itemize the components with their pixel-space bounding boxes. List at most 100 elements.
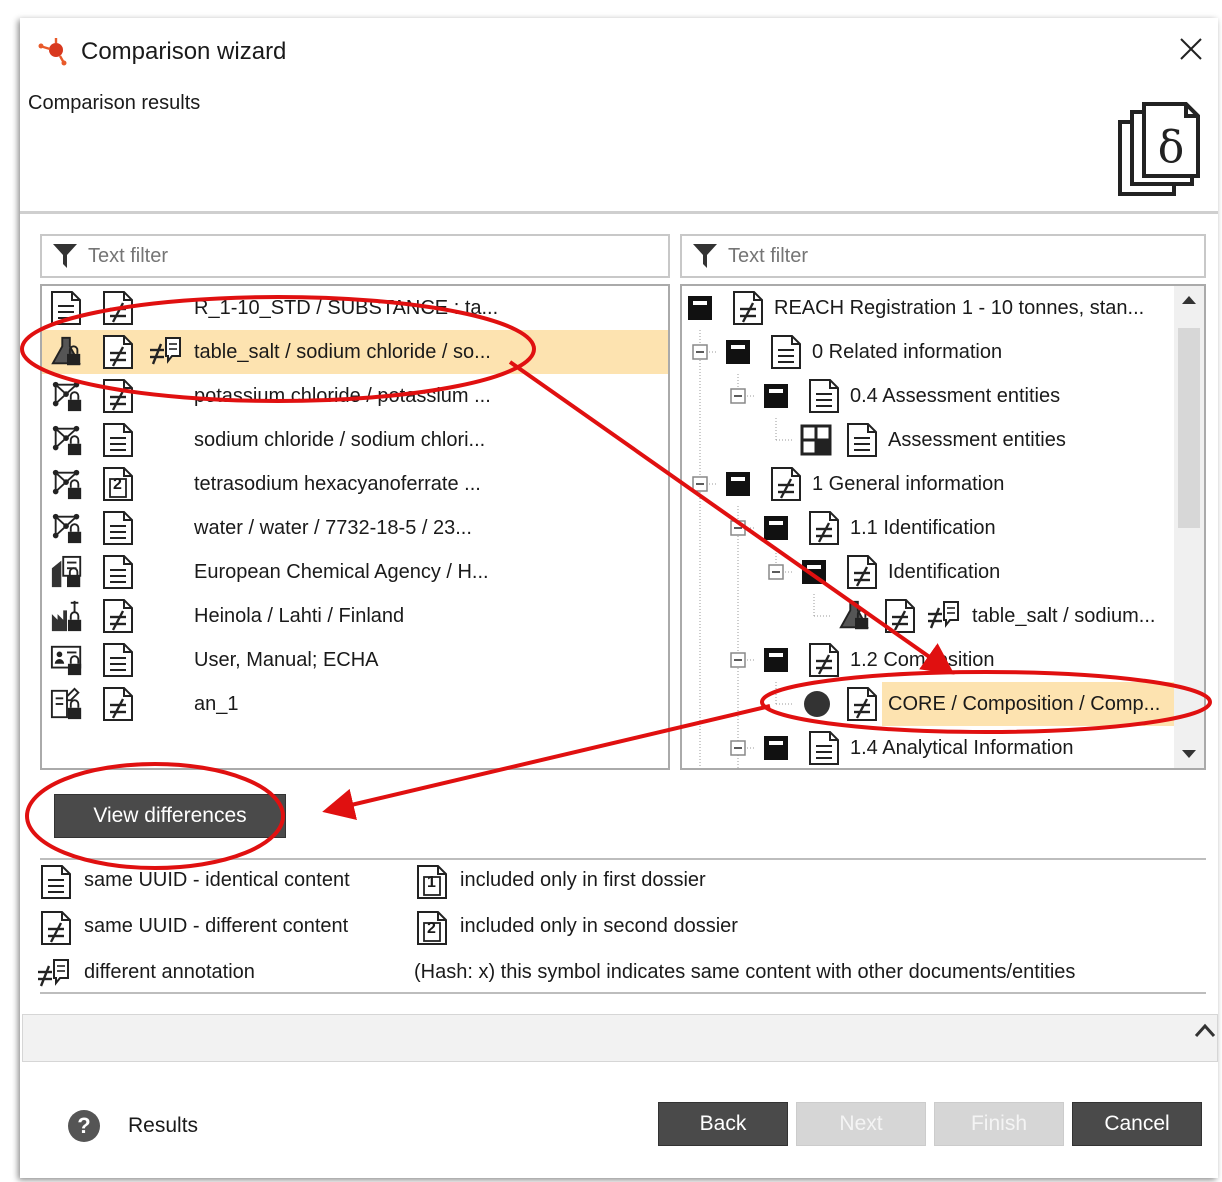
tree-row[interactable]: table_salt / sodium... (682, 594, 1178, 638)
dossier-badge: 2 (113, 476, 122, 493)
filter-icon (53, 244, 77, 268)
legend-different: same UUID - different content (84, 915, 349, 937)
identical-content-icon (808, 730, 840, 766)
tree-row[interactable]: 1.2 Composition (682, 638, 1178, 682)
annotation-icon (50, 687, 84, 721)
collapse-icon[interactable] (730, 388, 746, 404)
filter-icon (693, 244, 717, 268)
list-item[interactable]: European Chemical Agency / H... (42, 550, 668, 594)
tree-row[interactable]: 1.4 Analytical Information (682, 726, 1178, 770)
identical-content-icon (102, 554, 134, 590)
reference-substance-icon (50, 379, 84, 413)
list-item[interactable]: 2 tetrasodium hexacyanoferrate ... (42, 462, 668, 506)
collapse-icon[interactable] (768, 564, 784, 580)
comparison-wizard-window: Comparison wizard Comparison results δ R… (20, 18, 1218, 1178)
contact-icon (50, 643, 84, 677)
substance-icon (50, 335, 84, 369)
app-logo-icon (38, 38, 67, 66)
identical-content-icon (846, 422, 878, 458)
collapse-icon[interactable] (730, 740, 746, 756)
only-second-dossier-icon: 2 (102, 466, 134, 502)
scroll-thumb[interactable] (1178, 328, 1200, 528)
tree-row[interactable]: 0.4 Assessment entities (682, 374, 1178, 418)
tree-row[interactable]: Assessment entities (682, 418, 1178, 462)
different-content-icon (808, 642, 840, 678)
different-content-icon (102, 334, 134, 370)
right-filter-input[interactable] (726, 243, 1144, 269)
list-item[interactable]: sodium chloride / sodium chlori... (42, 418, 668, 462)
different-content-icon (102, 686, 134, 722)
list-item-label: water / water / 7732-18-5 / 23... (194, 516, 472, 539)
list-item[interactable]: Heinola / Lahti / Finland (42, 594, 668, 638)
back-button[interactable]: Back (658, 1102, 788, 1146)
tree-row[interactable]: 1.1 Identification (682, 506, 1178, 550)
folder-icon (800, 558, 828, 586)
different-content-icon (102, 290, 134, 326)
list-item[interactable]: R_1-10_STD / SUBSTANCE : ta... (42, 286, 668, 330)
close-icon[interactable] (1176, 34, 1206, 64)
tree-row-label: 1.2 Composition (850, 648, 995, 671)
legend-only-second: included only in second dossier (460, 915, 738, 937)
help-icon[interactable]: ? (68, 1110, 100, 1142)
list-item-label: tetrasodium hexacyanoferrate ... (194, 472, 481, 495)
page-subtitle: Comparison results (28, 92, 201, 114)
tree-row-label: Identification (888, 560, 1001, 583)
tree-row-selected[interactable]: CORE / Composition / Comp... (882, 682, 1178, 726)
different-content-icon (884, 598, 916, 634)
annotated-doc-icon (50, 290, 82, 326)
list-item-label: an_1 (194, 692, 239, 715)
list-item-label: Heinola / Lahti / Finland (194, 604, 405, 627)
collapse-icon[interactable] (692, 476, 708, 492)
different-content-icon (846, 686, 878, 722)
identical-content-icon (102, 422, 134, 458)
collapse-icon[interactable] (692, 344, 708, 360)
legend-bottom-separator (40, 992, 1206, 994)
different-content-icon (846, 554, 878, 590)
only-second-dossier-icon: 2 (416, 910, 448, 946)
details-collapse-bar[interactable] (22, 1014, 1218, 1062)
different-content-icon (770, 466, 802, 502)
tree-row-label: CORE / Composition / Comp... (888, 692, 1161, 715)
scroll-up-icon[interactable] (1181, 294, 1197, 306)
help-label: Results (128, 1114, 199, 1137)
substance-icon (838, 599, 872, 633)
finish-button[interactable]: Finish (934, 1102, 1064, 1146)
collapse-icon[interactable] (730, 520, 746, 536)
left-filter-input[interactable] (86, 243, 587, 269)
folder-icon (762, 382, 790, 410)
list-item[interactable]: water / water / 7732-18-5 / 23... (42, 506, 668, 550)
list-item-label: table_salt / sodium chloride / so... (194, 340, 491, 363)
dossier-badge: 2 (427, 920, 436, 937)
list-item[interactable]: an_1 (42, 682, 668, 726)
identical-content-icon (808, 378, 840, 414)
list-item-selected[interactable]: table_salt / sodium chloride / so... (42, 330, 668, 374)
cancel-button[interactable]: Cancel (1072, 1102, 1202, 1146)
collapse-icon[interactable] (730, 652, 746, 668)
vertical-scrollbar[interactable] (1174, 286, 1204, 768)
left-text-filter[interactable] (40, 234, 670, 278)
tree-row[interactable]: 1 General information (682, 462, 1178, 506)
list-item[interactable]: User, Manual; ECHA (42, 638, 668, 682)
chevron-up-icon[interactable] (1193, 1021, 1217, 1039)
list-item-label: European Chemical Agency / H... (194, 560, 489, 583)
view-differences-button[interactable]: View differences (54, 794, 286, 838)
next-button[interactable]: Next (796, 1102, 926, 1146)
folder-icon (686, 294, 714, 322)
tree-row[interactable]: Identification (682, 550, 1178, 594)
identical-content-icon (40, 864, 72, 900)
tree-row[interactable]: 0 Related information (682, 330, 1178, 374)
list-item-label: User, Manual; ECHA (194, 648, 379, 671)
right-text-filter[interactable] (680, 234, 1206, 278)
header-separator (20, 211, 1218, 214)
tree-row-root[interactable]: REACH Registration 1 - 10 tonnes, stan..… (682, 286, 1178, 330)
tree-row-label: 1.4 Analytical Information (850, 736, 1074, 759)
list-item-label: R_1-10_STD / SUBSTANCE : ta... (194, 296, 499, 319)
different-content-icon (808, 510, 840, 546)
scroll-down-icon[interactable] (1181, 748, 1197, 760)
left-result-list: R_1-10_STD / SUBSTANCE : ta... table_sal… (40, 284, 670, 770)
legend-separator (40, 858, 1206, 860)
identical-content-icon (770, 334, 802, 370)
list-item[interactable]: potassium chloride / potassium ... (42, 374, 668, 418)
window-title: Comparison wizard (81, 38, 287, 65)
title-bar: Comparison wizard (20, 18, 1218, 80)
